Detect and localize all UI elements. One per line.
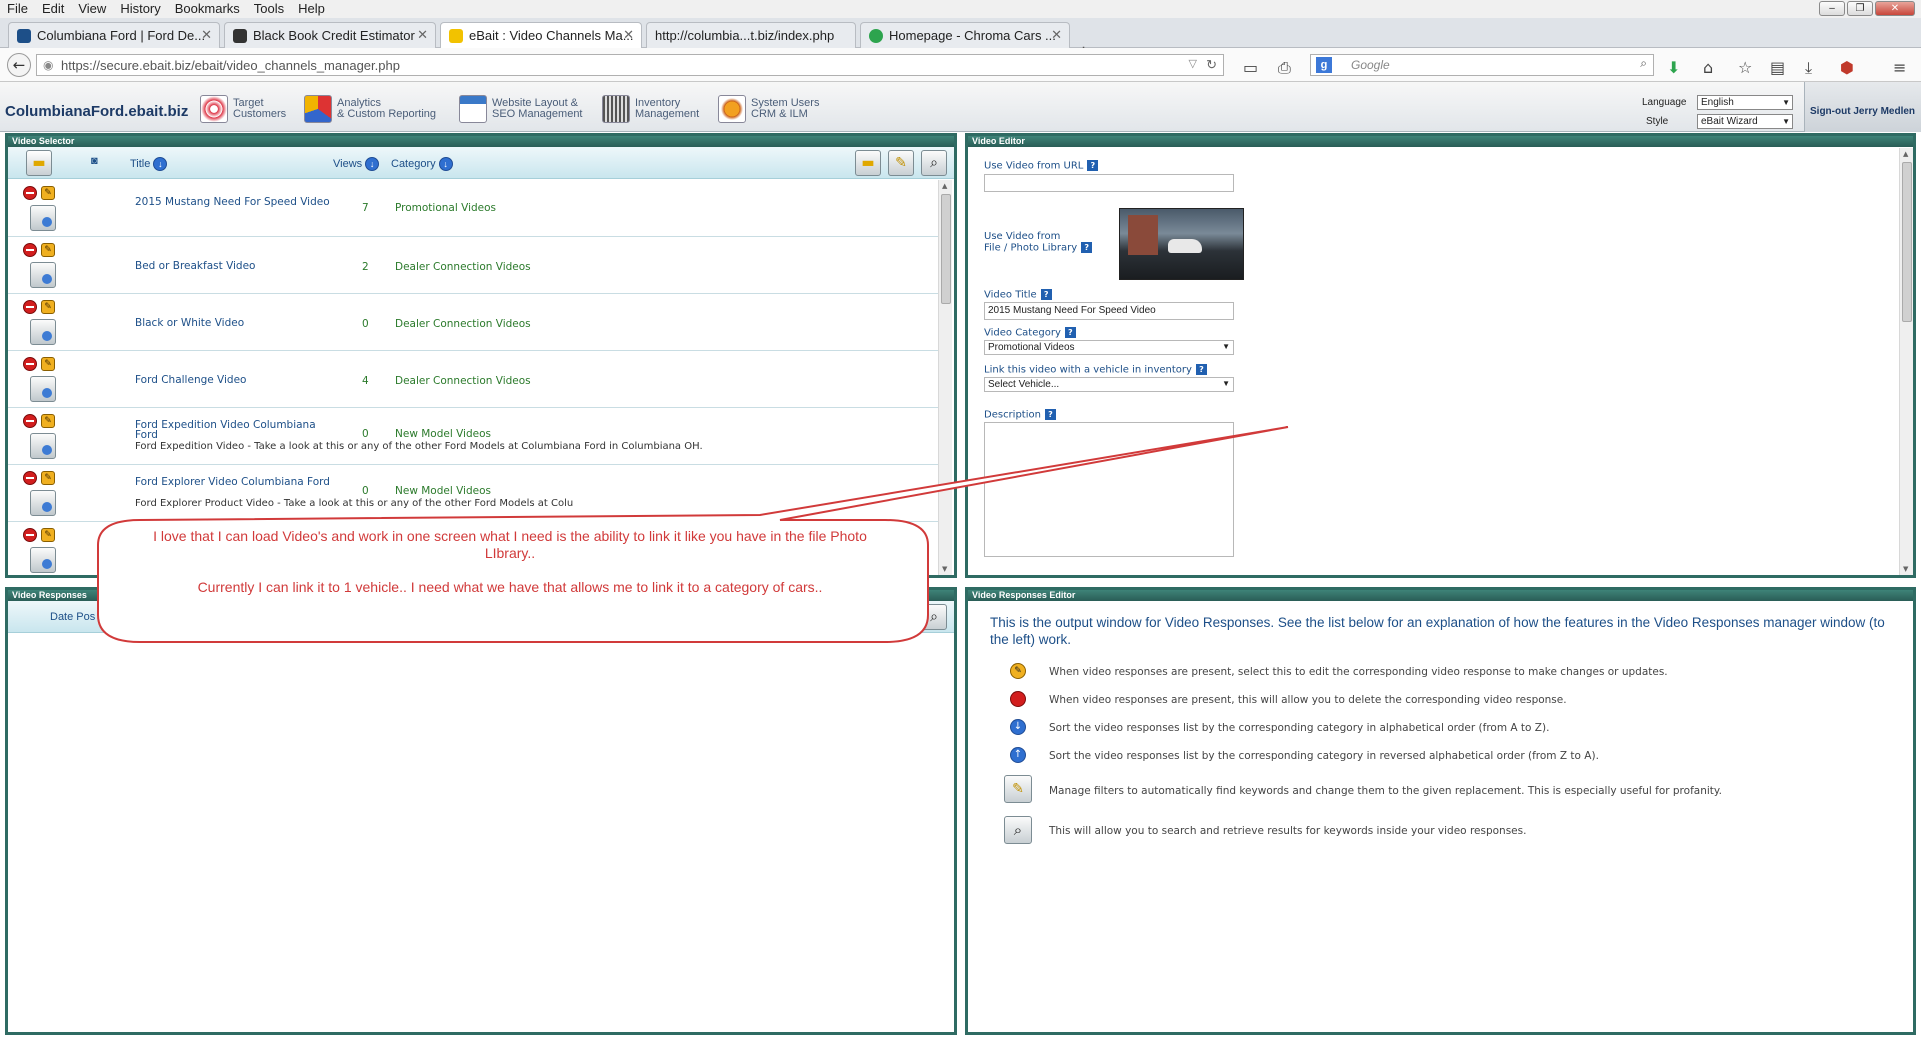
annotation-callout-shape bbox=[97, 426, 1289, 643]
annotation-callout: I love that I can load Video's and work … bbox=[140, 528, 880, 596]
callout-line-2: Currently I can link it to 1 vehicle.. I… bbox=[197, 579, 823, 595]
callout-line-1: I love that I can load Video's and work … bbox=[153, 528, 867, 561]
